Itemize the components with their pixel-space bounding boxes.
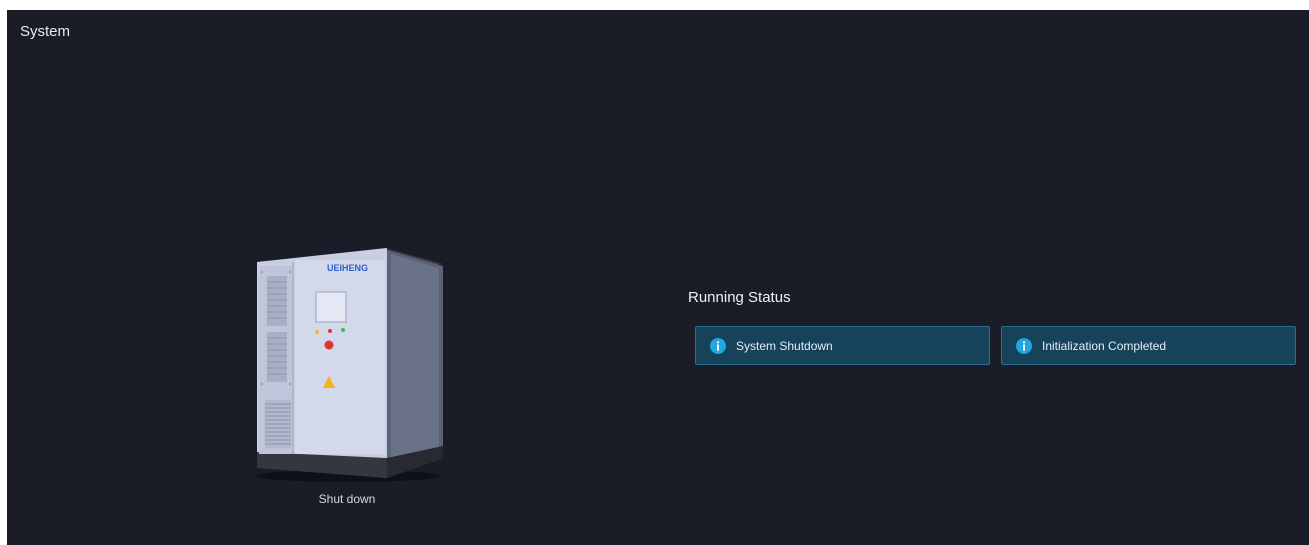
svg-text:UEIHENG: UEIHENG — [327, 263, 368, 273]
info-icon — [710, 337, 726, 354]
status-card-system-shutdown: System Shutdown — [695, 326, 990, 365]
device-state-label: Shut down — [318, 492, 376, 506]
panel-title: System — [20, 23, 71, 40]
running-status-title: Running Status — [688, 289, 791, 306]
status-card-initialization-completed: Initialization Completed — [1001, 326, 1296, 365]
status-card-label: Initialization Completed — [1042, 338, 1167, 353]
info-icon — [1016, 337, 1032, 354]
status-card-label: System Shutdown — [736, 338, 833, 353]
cabinet-image: UEIHENG — [245, 232, 449, 487]
system-panel: System UEIHENG Shut down Running Status … — [7, 10, 1309, 545]
